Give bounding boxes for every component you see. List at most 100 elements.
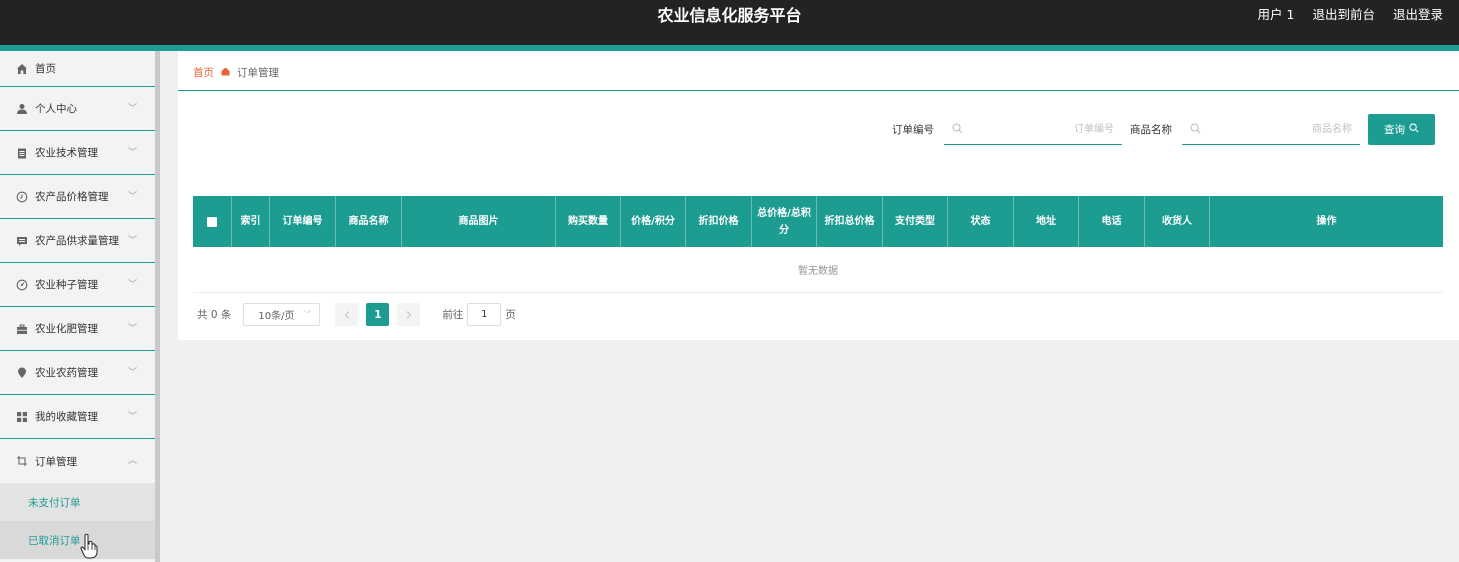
chevron-right-icon (406, 310, 412, 319)
chevron-down-icon: ﹀ (127, 411, 137, 422)
page-size-value: 10条/页 (258, 311, 295, 322)
sidebar-item-seed[interactable]: 农业种子管理 ﹀ (0, 263, 155, 307)
goto-label: 前往 (442, 309, 464, 321)
back-to-front-link[interactable]: 退出到前台 (1312, 7, 1375, 23)
chevron-down-icon: ﹀ (127, 235, 137, 246)
sidebar-item-label: 我的收藏管理 (35, 411, 98, 423)
sidebar-subitem-cancelled[interactable]: 已取消订单 (0, 521, 155, 559)
hand-cursor-icon (80, 533, 98, 559)
table-header: 索引 订单编号 商品名称 商品图片 购买数量 价格/积分 折扣价格 总价格/总积… (193, 196, 1443, 247)
column-header: 操作 (1316, 216, 1337, 227)
next-page-button[interactable] (397, 303, 421, 326)
chevron-down-icon: ﹀ (127, 147, 137, 158)
top-links: 用户 1 退出到前台 退出登录 (1258, 7, 1443, 23)
query-button[interactable]: 查询 (1368, 114, 1435, 145)
select-all-cell (193, 196, 232, 247)
logout-link[interactable]: 退出登录 (1393, 7, 1443, 23)
sidebar-item-label: 农产品价格管理 (35, 191, 109, 203)
chevron-down-icon: ﹀ (127, 367, 137, 378)
goto-page-input[interactable]: 1 (467, 303, 502, 326)
column-header: 商品图片 (402, 196, 556, 247)
breadcrumb: 首页 订单管理 (193, 65, 279, 80)
column-header: 地址 (1014, 196, 1079, 247)
column-header: 购买数量 (556, 196, 621, 247)
sidebar-item-favorites[interactable]: 我的收藏管理 ﹀ (0, 395, 155, 439)
order-no-field (944, 114, 1122, 145)
prev-page-button[interactable] (335, 303, 359, 326)
crop-icon (16, 455, 28, 467)
sidebar-item-home[interactable]: 首页 (0, 51, 155, 87)
query-button-label: 查询 (1384, 124, 1405, 136)
column-header: 折扣价格 (686, 196, 752, 247)
page-unit-label: 页 (505, 309, 516, 321)
product-name-label: 商品名称 (1130, 124, 1172, 136)
search-bar: 订单编号 商品名称 查询 (892, 114, 1435, 145)
pin-icon (16, 367, 28, 379)
sidebar: 首页 个人中心 ﹀ 农业技术管理 ﹀ 农产品价格管理 ﹀ 农产品供求量管理 ﹀ … (0, 51, 155, 562)
order-no-input[interactable] (968, 118, 1114, 140)
chevron-left-icon (344, 310, 350, 319)
select-all-checkbox[interactable] (207, 216, 217, 227)
column-header: 订单编号 (270, 196, 336, 247)
clock-icon (16, 191, 28, 203)
main-panel: 首页 订单管理 订单编号 商品名称 查询 (178, 51, 1459, 340)
sidebar-item-label: 农业种子管理 (35, 279, 98, 291)
sidebar-item-label: 农业化肥管理 (35, 323, 98, 335)
sidebar-item-label: 农业农药管理 (35, 367, 98, 379)
empty-state: 暂无数据 (193, 247, 1443, 293)
column-header: 电话 (1079, 196, 1145, 247)
column-header: 价格/积分 (621, 196, 686, 247)
search-icon (1409, 123, 1419, 136)
sidebar-item-pesticide[interactable]: 农业农药管理 ﹀ (0, 351, 155, 395)
briefcase-icon (16, 323, 28, 335)
sidebar-item-label: 个人中心 (35, 103, 77, 115)
order-no-label: 订单编号 (892, 124, 934, 136)
page-size-select[interactable]: 10条/页 ﹀ (243, 303, 321, 326)
column-header: 状态 (948, 196, 1014, 247)
column-header: 索引 (232, 196, 270, 247)
user-icon (16, 103, 28, 115)
product-name-field (1182, 114, 1360, 145)
sidebar-item-label: 订单管理 (35, 455, 77, 468)
user-name[interactable]: 用户 1 (1258, 7, 1295, 23)
chevron-down-icon: ﹀ (127, 279, 137, 290)
sidebar-item-fertilizer[interactable]: 农业化肥管理 ﹀ (0, 307, 155, 351)
sidebar-item-label: 农业技术管理 (35, 147, 98, 159)
clipboard-icon (16, 147, 28, 159)
page-number-button[interactable]: 1 (366, 303, 390, 326)
breadcrumb-divider (178, 90, 1459, 91)
column-header: 折扣总价格 (817, 196, 883, 247)
chevron-down-icon: ﹀ (127, 103, 137, 114)
search-icon (952, 123, 963, 137)
breadcrumb-current: 订单管理 (237, 67, 279, 79)
app-title: 农业信息化服务平台 (657, 6, 802, 25)
sidebar-item-label: 农产品供求量管理 (35, 235, 119, 247)
column-header: 商品名称 (336, 196, 402, 247)
sidebar-item-personal[interactable]: 个人中心 ﹀ (0, 87, 155, 131)
product-name-input[interactable] (1206, 118, 1352, 140)
chevron-up-icon: ︿ (127, 456, 137, 466)
sidebar-item-price[interactable]: 农产品价格管理 ﹀ (0, 175, 155, 219)
sidebar-item-orders[interactable]: 订单管理 ︿ (0, 439, 155, 483)
top-bar: 农业信息化服务平台 用户 1 退出到前台 退出登录 (0, 0, 1459, 45)
breadcrumb-home[interactable]: 首页 (193, 65, 214, 80)
pagination-total: 共 0 条 (197, 309, 232, 321)
sidebar-subitem-unpaid[interactable]: 未支付订单 (0, 483, 155, 521)
sidebar-item-tech[interactable]: 农业技术管理 ﹀ (0, 131, 155, 175)
home-icon (16, 63, 28, 75)
column-header: 总价格/总积分 (752, 196, 817, 247)
search-icon (1190, 123, 1201, 137)
orders-table: 索引 订单编号 商品名称 商品图片 购买数量 价格/积分 折扣价格 总价格/总积… (193, 196, 1443, 293)
breadcrumb-separator-icon (221, 67, 230, 79)
sidebar-item-supply[interactable]: 农产品供求量管理 ﹀ (0, 219, 155, 263)
column-header: 支付类型 (883, 196, 948, 247)
chat-icon (16, 235, 28, 247)
chevron-down-icon: ﹀ (127, 191, 137, 202)
column-header: 收货人 (1145, 196, 1210, 247)
chevron-down-icon: ﹀ (127, 323, 137, 334)
chevron-down-icon: ﹀ (303, 310, 312, 319)
grid-icon (16, 411, 28, 423)
gauge-icon (16, 279, 28, 291)
sidebar-scrollbar[interactable] (155, 51, 160, 562)
pagination: 共 0 条 10条/页 ﹀ 1 前往 1 页 (197, 303, 516, 326)
